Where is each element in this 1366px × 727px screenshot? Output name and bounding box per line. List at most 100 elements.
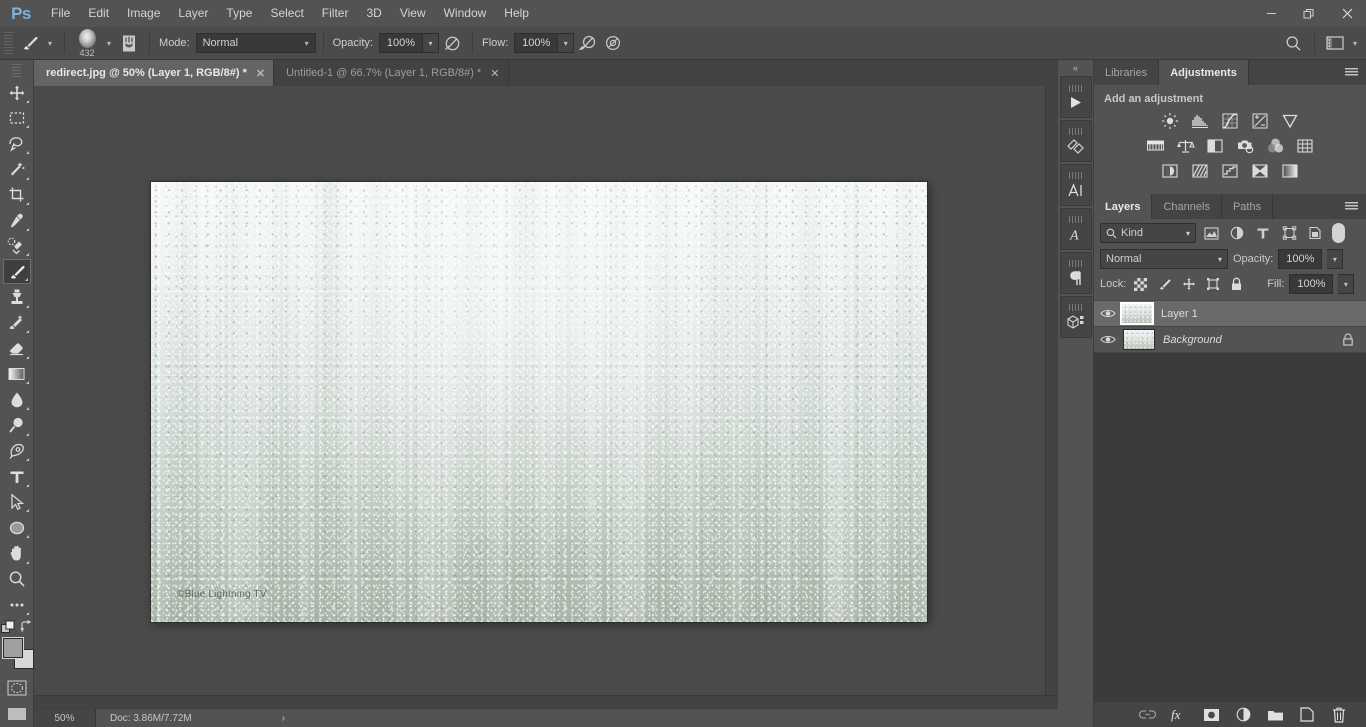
layer-visibility-toggle[interactable] (1096, 334, 1120, 345)
menu-file[interactable]: File (42, 0, 79, 27)
swap-colors-icon[interactable] (19, 620, 33, 633)
layer-row-background[interactable]: Background (1094, 327, 1366, 353)
menu-select[interactable]: Select (261, 0, 312, 27)
pen-tool[interactable] (3, 439, 31, 464)
layer-name-label[interactable]: Layer 1 (1161, 308, 1366, 320)
layer-visibility-toggle[interactable] (1096, 308, 1120, 319)
smoothing-icon[interactable] (600, 31, 626, 55)
canvas-vertical-scrollbar[interactable] (1045, 86, 1058, 708)
flow-stepper[interactable]: ▾ (558, 33, 575, 53)
posterize-icon[interactable] (1191, 161, 1210, 180)
lasso-tool[interactable] (3, 131, 31, 156)
tab-paths[interactable]: Paths (1221, 194, 1274, 219)
spot-healing-brush-tool[interactable] (3, 234, 31, 259)
3d-panel-icon[interactable] (1059, 296, 1092, 338)
options-bar-grip[interactable] (4, 32, 13, 54)
invert-icon[interactable] (1161, 161, 1180, 180)
link-layers-icon[interactable] (1138, 706, 1156, 724)
restore-button[interactable] (1290, 0, 1328, 27)
lock-image-pixels-icon[interactable] (1155, 275, 1174, 293)
status-expand-icon[interactable]: › (282, 713, 285, 724)
dodge-tool[interactable] (3, 413, 31, 438)
hue-saturation-icon[interactable] (1146, 136, 1165, 155)
lock-all-icon[interactable] (1227, 275, 1246, 293)
color-lookup-icon[interactable] (1296, 136, 1315, 155)
menu-layer[interactable]: Layer (169, 0, 217, 27)
tools-panel-grip[interactable] (12, 64, 21, 78)
tab-libraries[interactable]: Libraries (1094, 60, 1160, 85)
opacity-stepper[interactable]: ▾ (422, 33, 439, 53)
gradient-tool[interactable] (3, 362, 31, 387)
zoom-tool[interactable] (3, 567, 31, 592)
color-balance-icon[interactable] (1176, 136, 1195, 155)
shape-filter-icon[interactable] (1278, 223, 1300, 243)
workspace-dropdown[interactable]: ▾ (1348, 39, 1362, 48)
workspace-icon[interactable] (1322, 31, 1348, 55)
move-tool[interactable] (3, 80, 31, 105)
airbrush-icon[interactable] (574, 31, 600, 55)
pixel-filter-icon[interactable] (1200, 223, 1222, 243)
flow-input[interactable]: 100% (514, 33, 559, 53)
type-tool[interactable] (3, 464, 31, 489)
new-group-icon[interactable] (1266, 706, 1284, 724)
timeline-play-icon[interactable] (1059, 76, 1092, 118)
clone-stamp-tool[interactable] (3, 285, 31, 310)
paragraph-panel-icon[interactable] (1059, 252, 1092, 294)
tab-layers[interactable]: Layers (1094, 194, 1153, 219)
layer-name-label[interactable]: Background (1163, 334, 1342, 346)
selective-color-icon[interactable] (1251, 161, 1270, 180)
new-adjustment-layer-icon[interactable] (1234, 706, 1252, 724)
layer-blend-mode-select[interactable]: Normal ▾ (1100, 249, 1228, 269)
brush-icon[interactable] (17, 31, 43, 55)
close-icon[interactable]: ✕ (256, 67, 265, 80)
vibrance-icon[interactable] (1281, 111, 1300, 130)
menu-edit[interactable]: Edit (79, 0, 118, 27)
levels-icon[interactable] (1191, 111, 1210, 130)
document-tab-redirect[interactable]: redirect.jpg @ 50% (Layer 1, RGB/8#) * ✕ (34, 60, 275, 86)
brush-tool[interactable] (2, 259, 31, 285)
opacity-pressure-icon[interactable] (439, 31, 465, 55)
menu-3d[interactable]: 3D (357, 0, 390, 27)
layer-thumbnail[interactable] (1120, 302, 1154, 325)
lock-artboard-icon[interactable] (1203, 275, 1222, 293)
brush-size-preview[interactable]: 432 (72, 29, 102, 58)
new-layer-icon[interactable] (1298, 706, 1316, 724)
smart-object-filter-icon[interactable] (1304, 223, 1326, 243)
curves-icon[interactable] (1221, 111, 1240, 130)
opacity-input[interactable]: 100% (378, 33, 423, 53)
tab-channels[interactable]: Channels (1152, 194, 1222, 219)
layer-fill-input[interactable]: 100% (1289, 274, 1334, 294)
minimize-button[interactable] (1252, 0, 1290, 27)
foreground-color-swatch[interactable] (1, 636, 24, 659)
quick-mask-icon[interactable] (3, 676, 31, 701)
screen-mode-icon[interactable] (3, 702, 31, 727)
lock-transparent-pixels-icon[interactable] (1131, 275, 1150, 293)
edit-toolbar-button[interactable] (3, 592, 31, 617)
brush-presets-icon[interactable] (1059, 120, 1092, 162)
history-brush-tool[interactable] (3, 311, 31, 336)
layer-row-layer1[interactable]: Layer 1 (1094, 301, 1366, 327)
layer-kind-select[interactable]: Kind ▾ (1100, 223, 1196, 243)
canvas-area[interactable]: ©Blue Lightning TV (34, 86, 1058, 708)
type-filter-icon[interactable] (1252, 223, 1274, 243)
default-colors-icon[interactable] (0, 620, 15, 634)
photo-filter-icon[interactable] (1236, 136, 1255, 155)
hand-tool[interactable] (3, 541, 31, 566)
close-button[interactable] (1328, 0, 1366, 27)
brush-preset-dropdown[interactable]: ▾ (102, 39, 116, 48)
character-panel-icon[interactable] (1059, 164, 1092, 206)
adjustment-filter-icon[interactable] (1226, 223, 1248, 243)
close-icon[interactable]: ✕ (490, 67, 499, 80)
path-selection-tool[interactable] (3, 490, 31, 515)
layer-style-fx-icon[interactable]: fx (1170, 706, 1188, 724)
canvas-horizontal-scrollbar[interactable] (34, 695, 1058, 708)
tab-adjustments[interactable]: Adjustments (1159, 60, 1249, 85)
eraser-tool[interactable] (3, 336, 31, 361)
blend-mode-select[interactable]: Normal ▾ (195, 33, 316, 53)
layer-fill-stepper[interactable]: ▾ (1338, 274, 1355, 294)
lock-position-icon[interactable] (1179, 275, 1198, 293)
document-tab-untitled[interactable]: Untitled-1 @ 66.7% (Layer 1, RGB/8#) * ✕ (274, 60, 509, 86)
crop-tool[interactable] (3, 183, 31, 208)
layers-panel-menu[interactable] (1345, 194, 1358, 219)
layer-opacity-input[interactable]: 100% (1278, 249, 1323, 269)
